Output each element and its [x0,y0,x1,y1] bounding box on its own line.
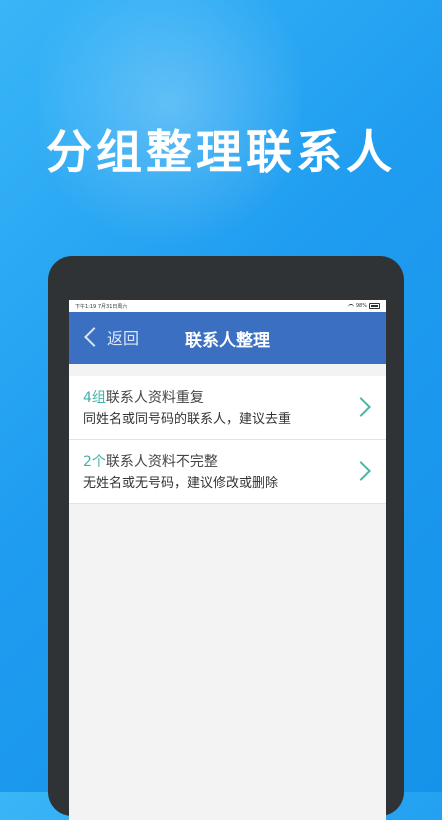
chevron-right-icon[interactable] [351,397,371,417]
page-title: 联系人整理 [185,331,270,351]
tablet-frame: 下午1:19 7月31日周六 98% 返回 联系人整理 4组联系人资料重复 同姓… [48,256,404,820]
tablet-screen: 下午1:19 7月31日周六 98% 返回 联系人整理 4组联系人资料重复 同姓… [69,300,386,820]
item-subtitle: 同姓名或同号码的联系人，建议去重 [83,412,292,427]
battery-percent: 98% [355,303,367,309]
status-left: 下午1:19 7月31日周六 [75,303,127,310]
item-title: 联系人资料重复 [105,390,204,406]
item-count: 2个 [83,454,106,470]
battery-icon [369,303,380,309]
item-title: 联系人资料不完整 [105,454,218,470]
item-subtitle: 无姓名或无号码，建议修改或删除 [83,476,279,491]
promo-headline: 分组整理联系人 [46,125,396,179]
item-count: 4组 [83,390,106,406]
contact-cleanup-list: 4组联系人资料重复 同姓名或同号码的联系人，建议去重 2个联系人资料不完整 无姓… [69,376,386,504]
wifi-icon [347,303,354,309]
list-item-duplicates[interactable]: 4组联系人资料重复 同姓名或同号码的联系人，建议去重 [69,376,386,440]
item-title-line: 4组联系人资料重复 [83,388,346,408]
status-bar: 下午1:19 7月31日周六 98% [69,300,386,312]
item-title-line: 2个联系人资料不完整 [83,452,346,472]
list-item-incomplete[interactable]: 2个联系人资料不完整 无姓名或无号码，建议修改或删除 [69,440,386,504]
chevron-right-icon[interactable] [351,461,371,481]
status-date: 7月31日周六 [97,303,128,310]
status-right: 98% [347,303,380,309]
nav-bar: 返回 联系人整理 [69,312,386,364]
status-time: 下午1:19 [75,303,97,310]
